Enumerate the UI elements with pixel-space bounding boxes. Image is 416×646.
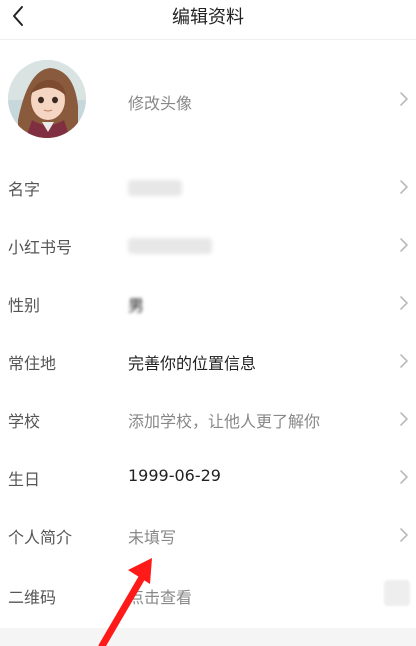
location-label: 常住地 (8, 354, 57, 373)
qr-code-icon (384, 580, 410, 606)
birthday-row[interactable]: 生日 1999-06-29 (0, 448, 416, 506)
bio-label: 个人简介 (8, 528, 73, 547)
school-row[interactable]: 学校 添加学校，让他人更了解你 (0, 390, 416, 448)
red-arrow-annotation (98, 558, 152, 646)
xiaohongshu-id-row[interactable]: 小红书号 (0, 216, 416, 274)
location-value: 完善你的位置信息 (128, 354, 257, 373)
chevron-right-icon (400, 412, 408, 426)
name-label: 名字 (8, 180, 41, 199)
gender-row[interactable]: 性别 男 (0, 274, 416, 332)
bio-value: 未填写 (128, 528, 177, 547)
chevron-right-icon (400, 296, 408, 310)
chevron-right-icon (400, 180, 408, 194)
chevron-right-icon (400, 470, 408, 484)
chevron-right-icon (400, 528, 408, 542)
school-value: 添加学校，让他人更了解你 (128, 412, 321, 431)
name-row[interactable]: 名字 (0, 158, 416, 216)
page-title: 编辑资料 (172, 7, 244, 28)
bio-row[interactable]: 个人简介 未填写 (0, 506, 416, 564)
birthday-label: 生日 (8, 470, 41, 489)
change-avatar-label: 修改头像 (128, 94, 193, 113)
birthday-value: 1999-06-29 (128, 466, 221, 485)
name-value-redacted (128, 180, 182, 196)
location-row[interactable]: 常住地 完善你的位置信息 (0, 332, 416, 390)
qr-code-row[interactable]: 二维码 点击查看 (0, 566, 416, 624)
top-bar: 编辑资料 (0, 0, 416, 40)
chevron-right-icon (400, 92, 408, 106)
chevron-right-icon (400, 354, 408, 368)
change-avatar-row[interactable]: 修改头像 (0, 60, 416, 140)
bottom-divider (0, 628, 416, 646)
gender-value: 男 (128, 296, 145, 315)
gender-label: 性别 (8, 296, 41, 315)
xiaohongshu-id-label: 小红书号 (8, 238, 73, 257)
avatar[interactable] (8, 60, 86, 138)
chevron-right-icon (400, 238, 408, 252)
school-label: 学校 (8, 412, 41, 431)
qr-code-label: 二维码 (8, 588, 57, 607)
xiaohongshu-id-value-redacted (128, 238, 212, 254)
